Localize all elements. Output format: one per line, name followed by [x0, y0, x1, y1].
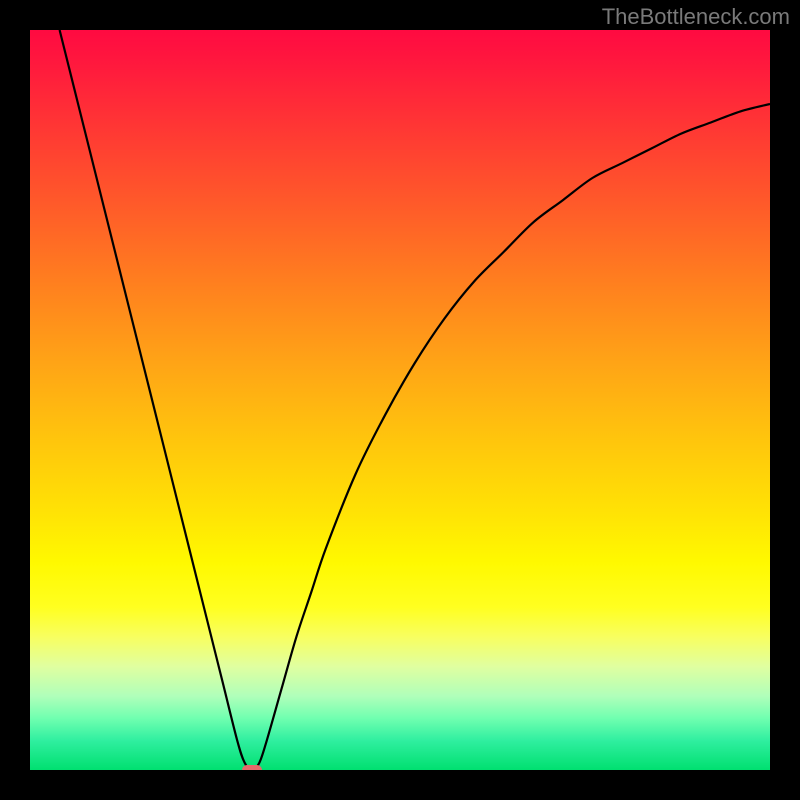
- plot-area: [30, 30, 770, 770]
- chart-frame: TheBottleneck.com: [0, 0, 800, 800]
- gradient-background: [30, 30, 770, 770]
- watermark-text: TheBottleneck.com: [602, 4, 790, 30]
- minimum-marker: [242, 765, 262, 770]
